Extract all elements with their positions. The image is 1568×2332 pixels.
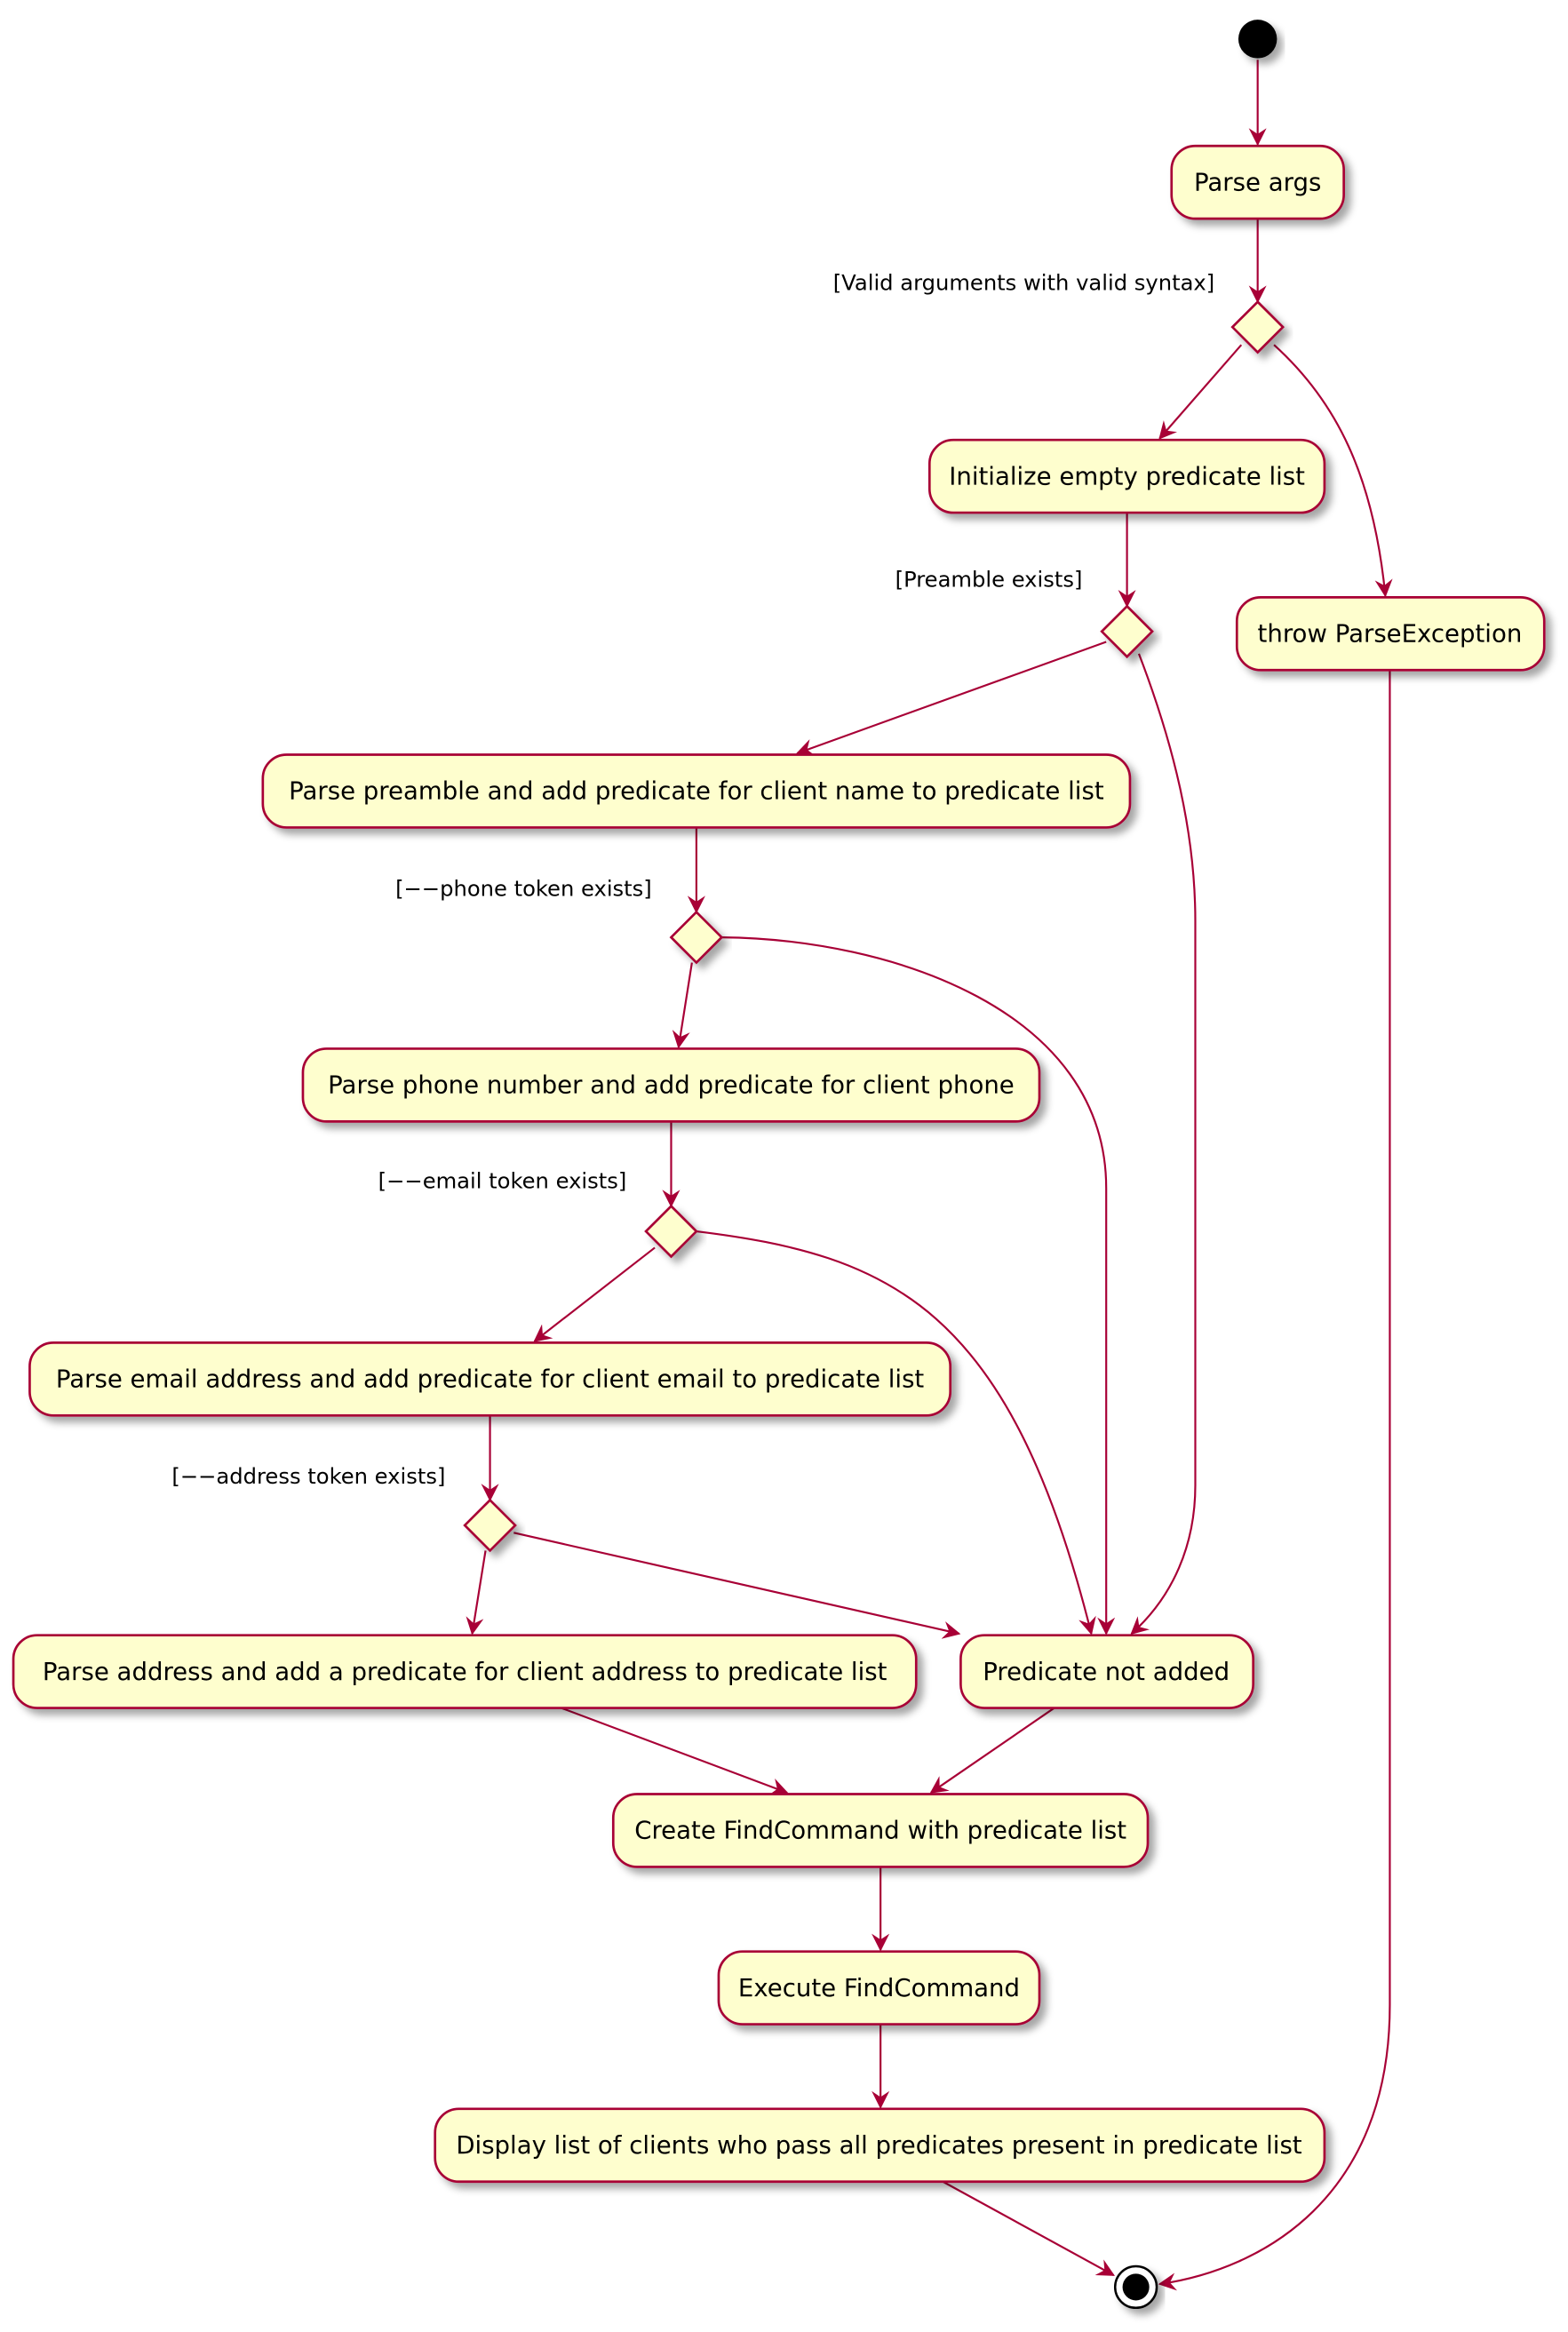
end-node bbox=[1113, 2264, 1158, 2310]
node-parse-preamble: Parse preamble and add predicate for cli… bbox=[261, 753, 1132, 829]
edge-email-yes bbox=[533, 1246, 656, 1342]
node-display: Display list of clients who pass all pre… bbox=[434, 2107, 1326, 2184]
node-execute-cmd: Execute FindCommand bbox=[717, 1950, 1041, 2026]
guard-email: [−−email token exists] bbox=[378, 1169, 627, 1194]
node-not-added: Predicate not added bbox=[959, 1634, 1254, 1709]
edge-display-end bbox=[942, 2180, 1116, 2276]
edge-phone-no bbox=[721, 936, 1116, 1636]
edge-address-no bbox=[513, 1532, 961, 1639]
edge-address-yes bbox=[466, 1550, 487, 1636]
guard-phone: [−−phone token exists] bbox=[395, 876, 652, 901]
node-label: Parse preamble and add predicate for cli… bbox=[289, 776, 1104, 806]
edge-throw-end bbox=[1158, 670, 1391, 2291]
decision-valid-args bbox=[1230, 299, 1285, 354]
guard-address: [−−address token exists] bbox=[171, 1464, 445, 1489]
edge-phone-yes bbox=[672, 962, 693, 1049]
node-parse-address: Parse address and add a predicate for cl… bbox=[12, 1634, 918, 1709]
node-parse-args: Parse args bbox=[1170, 144, 1345, 220]
edge-valid-init bbox=[1158, 344, 1243, 440]
node-label: Execute FindCommand bbox=[738, 1973, 1020, 2002]
activity-diagram: Parse args Initialize empty predicate li… bbox=[12, 20, 1546, 2310]
node-label: Predicate not added bbox=[983, 1657, 1230, 1686]
edge-preamble-no bbox=[1130, 653, 1197, 1636]
node-create-cmd: Create FindCommand with predicate list bbox=[611, 1793, 1150, 1868]
node-throw: throw ParseException bbox=[1235, 596, 1546, 672]
node-parse-email: Parse email address and add predicate fo… bbox=[28, 1341, 952, 1417]
node-label: Parse address and add a predicate for cl… bbox=[43, 1657, 887, 1686]
node-label: Parse args bbox=[1194, 167, 1321, 196]
edge-notadded-create bbox=[929, 1707, 1055, 1794]
node-label: throw ParseException bbox=[1258, 618, 1523, 648]
decision-phone bbox=[669, 910, 724, 965]
node-parse-phone: Parse phone number and add predicate for… bbox=[301, 1047, 1041, 1123]
node-label: Parse phone number and add predicate for… bbox=[328, 1070, 1015, 1100]
node-label: Parse email address and add predicate fo… bbox=[56, 1365, 925, 1394]
start-node bbox=[1238, 20, 1277, 59]
node-init-list: Initialize empty predicate list bbox=[927, 438, 1326, 514]
guard-valid-args: [Valid arguments with valid syntax] bbox=[833, 270, 1214, 295]
node-label: Create FindCommand with predicate list bbox=[634, 1816, 1126, 1845]
decision-address bbox=[463, 1498, 517, 1553]
node-label: Initialize empty predicate list bbox=[949, 461, 1305, 490]
decision-preamble bbox=[1100, 604, 1154, 659]
edge-email-no bbox=[696, 1230, 1096, 1636]
edge-address-create bbox=[561, 1707, 789, 1795]
node-label: Display list of clients who pass all pre… bbox=[456, 2130, 1301, 2160]
guard-preamble: [Preamble exists] bbox=[895, 568, 1083, 593]
edge-preamble-yes bbox=[795, 641, 1107, 757]
